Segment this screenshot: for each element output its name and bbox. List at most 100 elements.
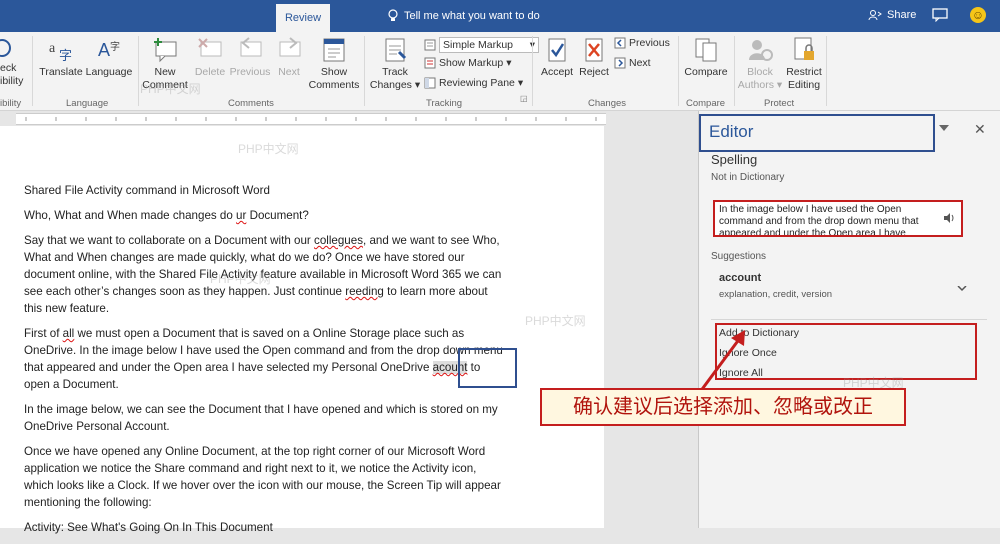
accessibility-icon: [0, 39, 11, 57]
tracking-dialog-launcher[interactable]: ◲: [520, 94, 528, 103]
add-to-dictionary-button[interactable]: Add to Dictionary: [719, 327, 799, 339]
show-comments-line2: Comments: [308, 79, 360, 91]
check-accessibility-line1: eck: [0, 62, 17, 74]
check-accessibility-line2: ibility: [0, 75, 24, 87]
language-icon: A字: [98, 40, 120, 60]
spelling-error-ur[interactable]: ur: [236, 209, 246, 222]
lock-document-icon: [794, 37, 814, 60]
suggestion-synonyms: explanation, credit, version: [719, 289, 833, 300]
pane-divider: [711, 319, 987, 320]
ignore-once-button[interactable]: Ignore Once: [719, 347, 777, 359]
group-tracking-label: Tracking: [426, 98, 463, 109]
next-change-icon: [614, 57, 626, 69]
watermark: PHP中文网: [210, 272, 271, 286]
svg-text:a: a: [49, 41, 56, 56]
accept-button[interactable]: Accept: [536, 36, 578, 79]
next-label: Next: [278, 66, 300, 78]
context-sentence-box: In the image below I have used the Open …: [713, 200, 963, 237]
show-comments-button[interactable]: Show Comments: [306, 36, 362, 92]
markup-select-value: Simple Markup▾: [439, 37, 539, 53]
block-authors-icon: [749, 40, 773, 61]
compare-label: Compare: [684, 66, 728, 78]
block-authors-line2-text: Authors: [737, 79, 774, 91]
highlight-box-acount: [458, 348, 517, 388]
p4-text-a: First of: [24, 327, 63, 340]
feedback-smiley-icon[interactable]: ☺: [970, 7, 986, 23]
translate-button[interactable]: a字 Translate: [38, 36, 84, 79]
horizontal-ruler[interactable]: [16, 113, 606, 125]
close-icon[interactable]: ✕: [974, 121, 986, 138]
ignore-all-button[interactable]: Ignore All: [719, 367, 763, 379]
ribbon: eck ibility ibility a字 Translate A字 Lang…: [0, 32, 1000, 111]
previous-comment-button[interactable]: Previous: [228, 36, 272, 79]
p4-text-b: we must open a Document that is saved on…: [24, 327, 503, 374]
spelling-error-collegues[interactable]: collegues: [314, 234, 363, 247]
group-changes-label: Changes: [588, 98, 627, 109]
previous-comment-icon: [240, 37, 262, 57]
translate-label: Translate: [39, 66, 83, 78]
track-changes-line1: Track: [382, 66, 408, 78]
document-page[interactable]: Shared File Activity command in Microsof…: [0, 126, 604, 534]
new-comment-line1: New: [154, 66, 176, 78]
markup-display-select[interactable]: Simple Markup▾: [424, 37, 539, 53]
doc-paragraph-4: First of all we must open a Document tha…: [24, 325, 504, 393]
compare-icon: [695, 38, 717, 62]
previous-change-icon: [614, 37, 626, 49]
title-bar: Review Tell me what you want to do Share…: [0, 0, 1000, 32]
track-changes-line2-text: Changes: [369, 79, 412, 91]
reviewing-pane-button[interactable]: Reviewing Pane ▾: [424, 77, 523, 89]
previous-label: Previous: [229, 66, 271, 78]
group-protect-label: Protect: [764, 98, 795, 109]
track-changes-icon: [385, 38, 407, 62]
suggestions-label: Suggestions: [711, 251, 767, 262]
tell-me-label: Tell me what you want to do: [404, 9, 540, 22]
block-authors-line1: Block: [747, 66, 773, 78]
simple-markup-text: Simple Markup: [443, 39, 514, 51]
show-comments-line1: Show: [320, 66, 348, 78]
next-comment-button[interactable]: Next: [272, 36, 306, 79]
reviewing-pane-icon: [424, 77, 436, 89]
grammar-flag-all[interactable]: all: [63, 327, 75, 340]
pane-options-chevron-icon[interactable]: [939, 125, 949, 131]
compare-button[interactable]: Compare: [682, 36, 730, 79]
language-button[interactable]: A字 Language: [84, 36, 134, 79]
watermark: PHP中文网: [525, 314, 586, 328]
spelling-error-reeding[interactable]: reeding: [345, 285, 384, 298]
context-sentence: In the image below I have used the Open …: [719, 204, 919, 235]
doc-paragraph-1: Shared File Activity command in Microsof…: [24, 184, 270, 197]
lightbulb-icon: [388, 9, 398, 21]
p3-text-a: Say that we want to collaborate on a Doc…: [24, 234, 315, 247]
doc-paragraph-6: Once we have opened any Online Document,…: [24, 445, 501, 509]
translate-icon: a字: [49, 41, 72, 64]
previous-change-button[interactable]: Previous: [614, 37, 670, 49]
next-change-button[interactable]: Next: [614, 57, 651, 69]
comments-icon[interactable]: [932, 8, 948, 22]
svg-text:字: 字: [110, 40, 120, 53]
delete-comment-button[interactable]: Delete: [190, 36, 230, 79]
document-body[interactable]: Shared File Activity command in Microsof…: [24, 182, 504, 544]
check-accessibility-button[interactable]: eck ibility: [0, 62, 23, 88]
track-changes-line2: Changes ▾: [369, 79, 421, 91]
show-markup-icon: [424, 57, 436, 69]
svg-text:字: 字: [59, 49, 72, 64]
chevron-down-icon[interactable]: [957, 286, 967, 292]
not-in-dictionary-label: Not in Dictionary: [711, 172, 785, 183]
tab-review[interactable]: Review: [276, 4, 330, 32]
next-change-label: Next: [629, 57, 651, 69]
p2-text-b: Document?: [246, 209, 309, 222]
block-authors-button[interactable]: Block Authors ▾: [736, 36, 784, 92]
share-icon: [868, 10, 882, 21]
suggestion-account[interactable]: account: [719, 272, 761, 284]
reject-button[interactable]: Reject: [578, 36, 610, 79]
share-button[interactable]: Share: [868, 9, 916, 21]
svg-text:A: A: [98, 40, 110, 60]
reject-icon: [585, 38, 603, 62]
tell-me-search[interactable]: Tell me what you want to do: [388, 9, 540, 22]
track-changes-button[interactable]: Track Changes ▾: [368, 36, 422, 92]
markup-icon: [424, 39, 436, 51]
speaker-icon[interactable]: [943, 212, 955, 224]
show-markup-button[interactable]: Show Markup ▾: [424, 57, 511, 69]
group-accessibility-label: ibility: [0, 98, 22, 109]
restrict-editing-button[interactable]: Restrict Editing: [784, 36, 824, 92]
restrict-editing-line1: Restrict: [786, 66, 822, 78]
